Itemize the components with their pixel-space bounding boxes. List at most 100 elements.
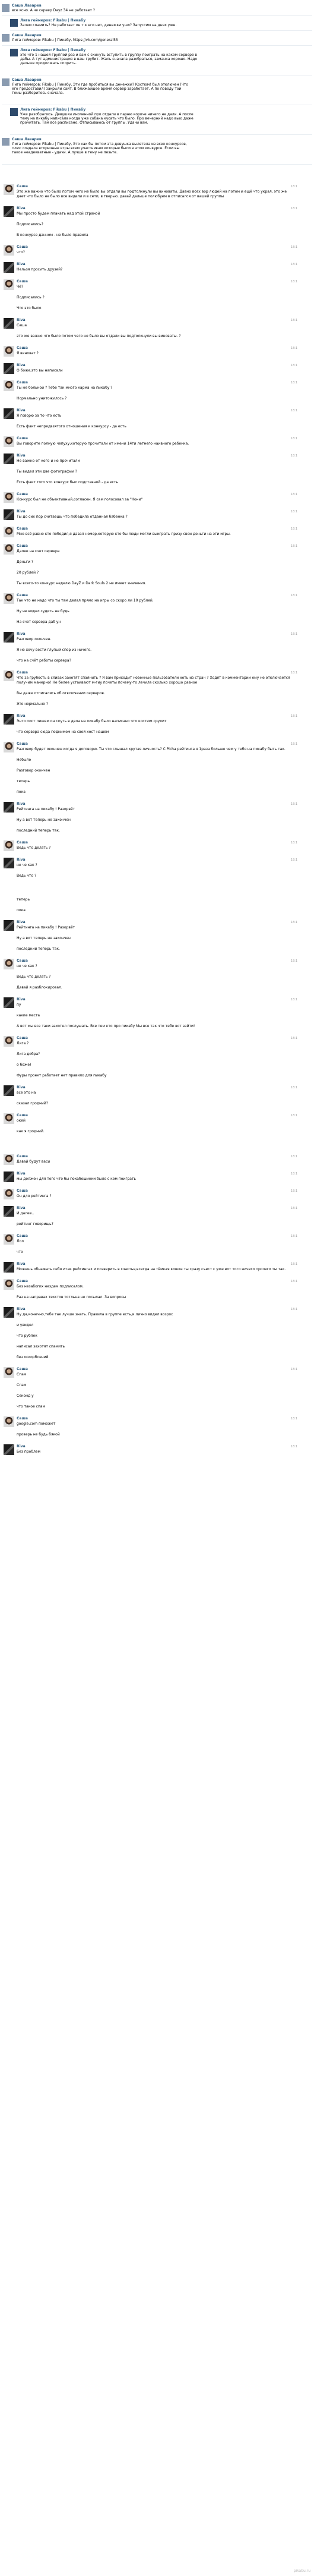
message-author[interactable]: Саша <box>17 1416 290 1421</box>
message-time: 18:1 <box>290 1155 297 1158</box>
chat-message: о боже) <box>0 1058 314 1069</box>
message-author[interactable]: Саша <box>17 1279 290 1284</box>
message-author[interactable]: Саша <box>17 959 290 963</box>
message-author[interactable]: Саша <box>17 670 290 675</box>
avatar[interactable] <box>4 920 14 931</box>
avatar[interactable] <box>4 802 14 813</box>
avatar[interactable] <box>4 492 14 503</box>
message-author[interactable]: Riva <box>17 1206 290 1211</box>
message-author[interactable]: Riva <box>17 206 290 211</box>
message-author[interactable]: Саша <box>17 1113 290 1118</box>
wall-post-author[interactable]: Саша Лазарев <box>12 33 190 38</box>
wall-post-author[interactable]: Саша Лазарев <box>12 137 190 142</box>
avatar[interactable] <box>4 1113 14 1124</box>
message-author[interactable]: Саша <box>17 346 290 351</box>
avatar[interactable] <box>10 19 18 27</box>
avatar[interactable] <box>4 858 14 868</box>
avatar[interactable] <box>2 78 9 86</box>
avatar[interactable] <box>10 49 18 56</box>
avatar[interactable] <box>2 4 9 12</box>
message-author[interactable]: Riva <box>17 408 290 413</box>
message-author[interactable]: Riva <box>17 802 290 807</box>
avatar[interactable] <box>4 1154 14 1165</box>
message-author[interactable]: Riva <box>17 1262 290 1267</box>
message-author[interactable]: Riva <box>17 632 290 637</box>
avatar[interactable] <box>4 840 14 851</box>
message-author[interactable]: Riva <box>17 997 290 1002</box>
avatar[interactable] <box>4 1189 14 1199</box>
message-author[interactable]: Riva <box>17 920 290 925</box>
avatar[interactable] <box>2 138 9 146</box>
message-author[interactable]: Саша <box>17 436 290 441</box>
avatar[interactable] <box>4 509 14 520</box>
message-author[interactable]: Саша <box>17 1234 290 1239</box>
message-author[interactable]: Саша <box>17 184 290 189</box>
avatar[interactable] <box>2 34 9 42</box>
message-author[interactable]: Riva <box>17 454 290 458</box>
avatar[interactable] <box>4 1307 14 1318</box>
avatar[interactable] <box>4 670 14 681</box>
message-author[interactable]: Riva <box>17 509 290 514</box>
message-author[interactable]: Саша <box>17 279 290 284</box>
avatar[interactable] <box>10 108 18 116</box>
avatar[interactable] <box>4 1085 14 1096</box>
avatar[interactable] <box>4 1206 14 1217</box>
message-author[interactable]: Саша <box>17 527 290 531</box>
avatar[interactable] <box>4 997 14 1008</box>
avatar[interactable] <box>4 1367 14 1378</box>
message-author[interactable]: Саша <box>17 1036 290 1041</box>
avatar[interactable] <box>4 279 14 290</box>
message-author[interactable]: Саша <box>17 840 290 845</box>
avatar[interactable] <box>4 245 14 256</box>
message-author[interactable]: Riva <box>17 1172 290 1176</box>
avatar[interactable] <box>4 632 14 643</box>
message-author[interactable]: Саша <box>17 544 290 549</box>
avatar[interactable] <box>4 184 14 195</box>
avatar[interactable] <box>4 1444 14 1455</box>
avatar[interactable] <box>4 593 14 604</box>
avatar[interactable] <box>4 408 14 419</box>
avatar[interactable] <box>4 714 14 725</box>
message-author[interactable]: Riva <box>17 714 290 719</box>
message-author[interactable]: Саша <box>17 245 290 250</box>
avatar[interactable] <box>4 1172 14 1182</box>
wall-post-author[interactable]: Лига геймеров: Fikabu | Пикабу <box>20 48 198 53</box>
wall-post-author[interactable]: Лига геймеров: Fikabu | Пикабу <box>20 108 198 112</box>
message-text: Раз на направах текстов тотльна не посыл… <box>17 1295 126 1299</box>
avatar[interactable] <box>4 206 14 217</box>
wall-post-author[interactable]: Лига геймеров: Fikabu | Пикабу <box>20 18 198 23</box>
message-text: Ты всего-то конкурс неделю DayZ и Dark S… <box>17 581 147 585</box>
message-author[interactable]: Саша <box>17 1189 290 1193</box>
message-author[interactable]: Riva <box>17 1307 290 1312</box>
avatar[interactable] <box>4 346 14 357</box>
avatar[interactable] <box>4 1262 14 1273</box>
avatar[interactable] <box>4 454 14 464</box>
avatar[interactable] <box>4 380 14 391</box>
message-author[interactable]: Riva <box>17 363 290 368</box>
avatar[interactable] <box>4 1416 14 1427</box>
message-author[interactable]: Саша <box>17 742 290 747</box>
avatar[interactable] <box>4 1279 14 1290</box>
avatar[interactable] <box>4 1036 14 1047</box>
avatar[interactable] <box>4 1234 14 1245</box>
wall-post-author[interactable]: Саша Лазарев <box>12 78 190 83</box>
message-author[interactable]: Саша <box>17 1367 290 1372</box>
avatar[interactable] <box>4 544 14 555</box>
message-author[interactable]: Riva <box>17 318 290 323</box>
message-author[interactable]: Riva <box>17 262 290 267</box>
avatar[interactable] <box>4 742 14 752</box>
message-author[interactable]: Riva <box>17 1085 290 1090</box>
message-author[interactable]: Riva <box>17 858 290 862</box>
wall-post-author[interactable]: Саша Лазарев <box>12 4 190 8</box>
avatar[interactable] <box>4 527 14 537</box>
message-author[interactable]: Саша <box>17 1154 290 1159</box>
avatar[interactable] <box>4 959 14 969</box>
avatar[interactable] <box>4 363 14 374</box>
message-author[interactable]: Саша <box>17 593 290 598</box>
message-author[interactable]: Саша <box>17 380 290 385</box>
avatar[interactable] <box>4 318 14 329</box>
avatar[interactable] <box>4 436 14 447</box>
avatar[interactable] <box>4 262 14 273</box>
message-author[interactable]: Саша <box>17 492 290 497</box>
message-author[interactable]: Riva <box>17 1444 290 1449</box>
